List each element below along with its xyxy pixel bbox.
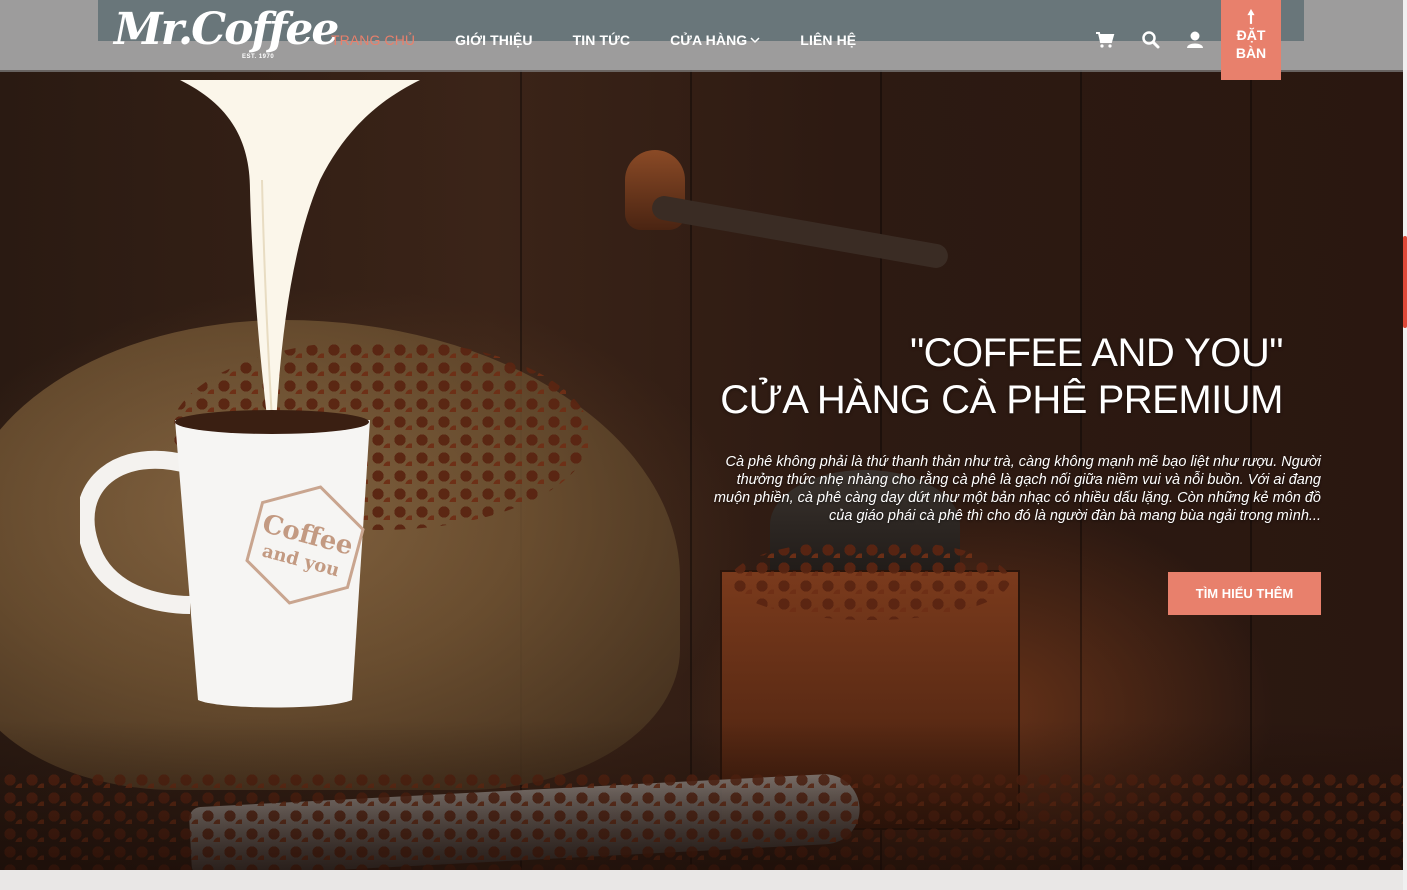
- floor-shadow: [0, 720, 1403, 870]
- nav-item-home[interactable]: TRANG CHỦ: [331, 32, 415, 48]
- hero-description: Cà phê không phải là thứ thanh thản như …: [713, 454, 1321, 524]
- mug-handle: [80, 450, 193, 614]
- page: Coffee and you Mr.Coffee EST. 1970 TRANG…: [0, 0, 1407, 890]
- hero-title: "COFFEE AND YOU" CỬA HÀNG CÀ PHÊ PREMIUM: [720, 330, 1283, 424]
- nav-item-shop[interactable]: CỬA HÀNG: [670, 32, 760, 48]
- nav-item-shop-label: CỬA HÀNG: [670, 32, 748, 48]
- milk-stream: [180, 80, 420, 425]
- logo-text: Mr.Coffee: [114, 4, 339, 55]
- arrow-up-icon: 🠕: [1247, 7, 1255, 27]
- book-label-line1: ĐẶT: [1236, 27, 1266, 43]
- hero-title-line2: CỬA HÀNG CÀ PHÊ PREMIUM: [720, 378, 1283, 422]
- scrollbar-thumb[interactable]: [1403, 236, 1407, 328]
- hero-title-line1: "COFFEE AND YOU": [909, 331, 1284, 375]
- cart-icon[interactable]: [1095, 30, 1115, 50]
- user-icon[interactable]: [1185, 30, 1205, 50]
- milk-pour-illustration: [180, 80, 420, 425]
- coffee-mug-illustration: Coffee and you: [80, 410, 370, 708]
- learn-more-button[interactable]: TÌM HIỂU THÊM: [1168, 572, 1321, 615]
- coffee-beans: [730, 540, 1010, 620]
- logo-est: EST. 1970: [242, 54, 275, 60]
- search-icon[interactable]: [1141, 30, 1161, 50]
- chevron-down-icon: [750, 37, 760, 44]
- nav-item-contact[interactable]: LIÊN HỆ: [800, 32, 856, 48]
- book-table-button[interactable]: 🠕 ĐẶT BÀN: [1221, 0, 1281, 80]
- nav-item-about[interactable]: GIỚI THIỆU: [455, 32, 533, 48]
- scrollbar[interactable]: [1403, 0, 1407, 890]
- nav-item-news[interactable]: TIN TỨC: [573, 32, 630, 48]
- grinder-crank: [650, 194, 950, 270]
- book-label-line2: BÀN: [1235, 45, 1267, 61]
- mug-coffee-surface: [175, 410, 369, 434]
- site-logo[interactable]: Mr.Coffee EST. 1970: [114, 4, 339, 70]
- main-nav: TRANG CHỦ GIỚI THIỆU TIN TỨC CỬA HÀNG LI…: [331, 32, 896, 48]
